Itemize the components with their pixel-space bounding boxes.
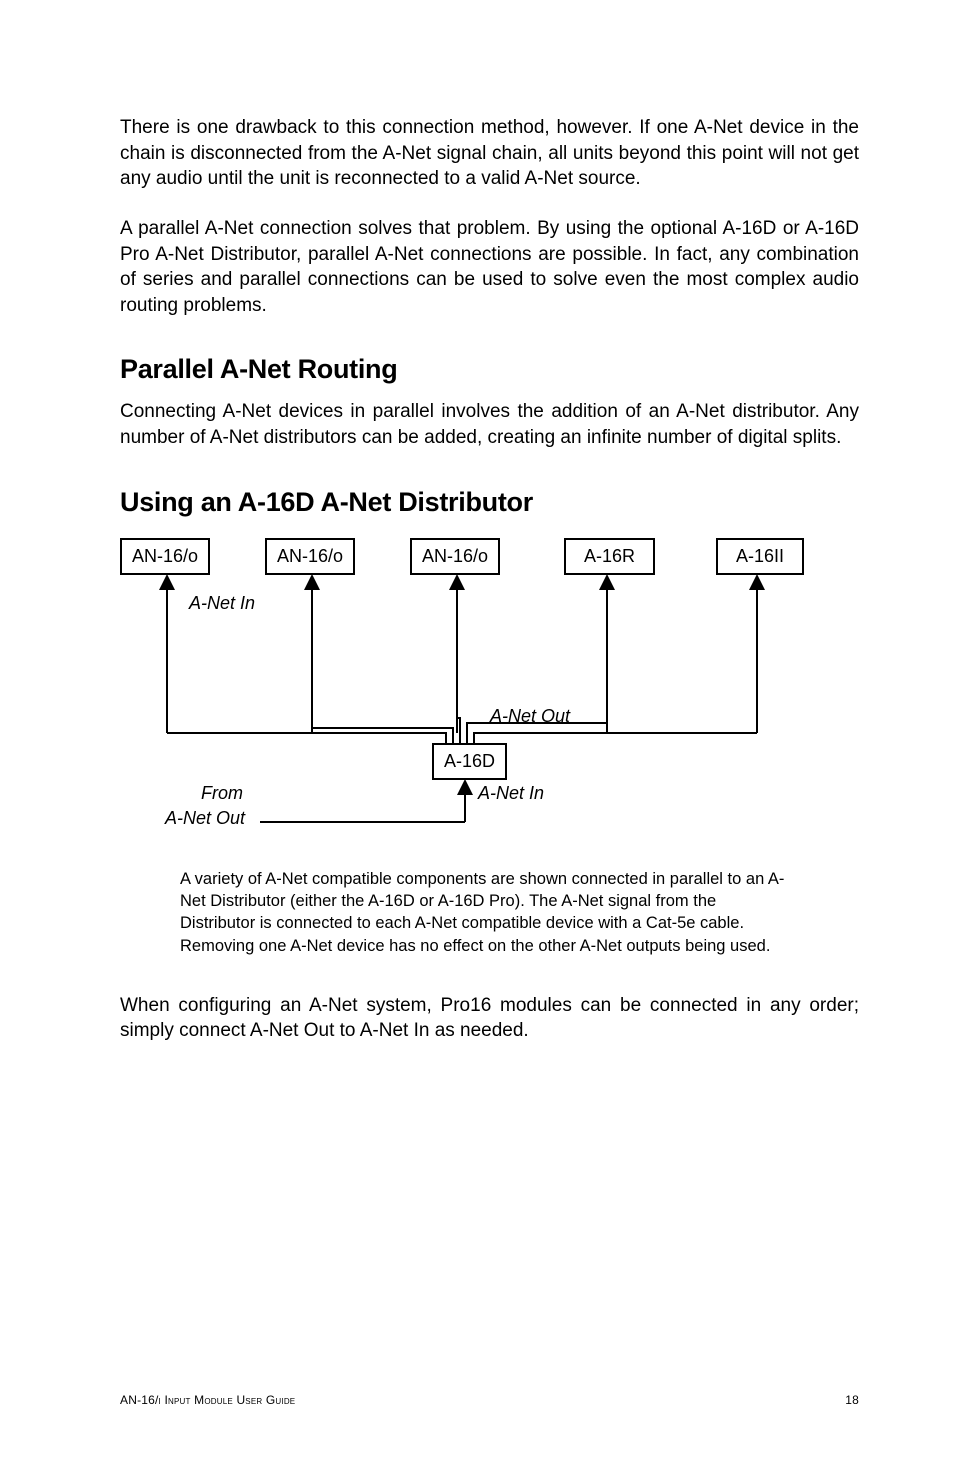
footer-guide-title: AN-16/i Input Module User Guide [120,1393,295,1407]
label-anet-out: A-Net Out [490,706,570,727]
paragraph-1: There is one drawback to this connection… [120,115,859,192]
label-from: From [201,783,243,804]
heading-using-distributor: Using an A-16D A-Net Distributor [120,487,859,518]
paragraph-2: A parallel A-Net connection solves that … [120,216,859,319]
footer-page-number: 18 [845,1393,859,1407]
diagram-box-an16o-2: AN-16/o [265,538,355,575]
diagram-box-a16r: A-16R [564,538,655,575]
diagram-box-a16ii: A-16II [716,538,804,575]
diagram-box-an16o-3: AN-16/o [410,538,500,575]
paragraph-4: When configuring an A-Net system, Pro16 … [120,993,859,1044]
diagram-caption: A variety of A-Net compatible components… [180,868,794,957]
diagram-hub-a16d: A-16D [432,743,507,780]
diagram-box-an16o-1: AN-16/o [120,538,210,575]
label-from-anet-out: A-Net Out [165,808,245,829]
routing-diagram: AN-16/o AN-16/o AN-16/o A-16R A-16II A-1… [120,538,860,848]
label-anet-in-2: A-Net In [478,783,544,804]
label-anet-in: A-Net In [189,593,255,614]
page-footer: AN-16/i Input Module User Guide 18 [120,1393,859,1407]
heading-parallel-routing: Parallel A-Net Routing [120,354,859,385]
paragraph-3: Connecting A-Net devices in parallel inv… [120,399,859,450]
